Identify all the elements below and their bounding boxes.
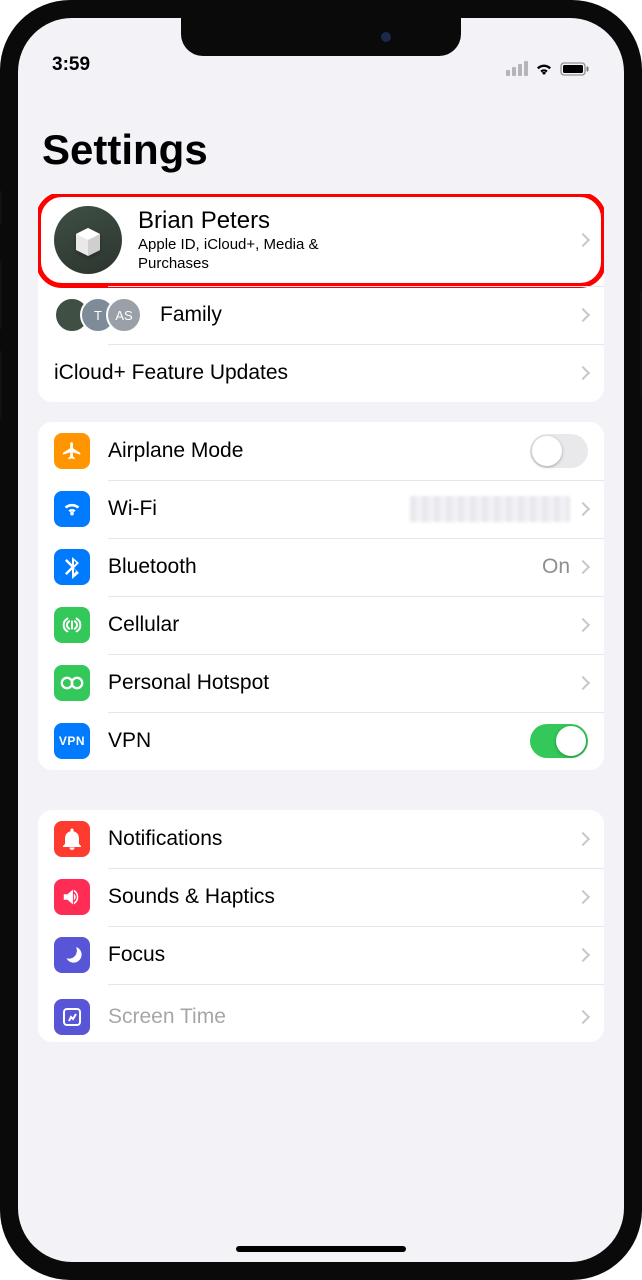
vpn-toggle[interactable] [530,724,588,758]
volume-up-btn[interactable] [0,260,2,330]
focus-label: Focus [108,943,578,967]
family-avatars: T AS [54,297,142,333]
cellular-row[interactable]: Cellular [38,596,604,654]
status-time: 3:59 [52,54,90,76]
network-group: Airplane Mode Wi-Fi Bluetooth On [38,422,604,770]
system-group: Notifications Sounds & Haptics Focus [38,810,604,1042]
chevron-right-icon [576,890,590,904]
screen: 3:59 Settings [18,18,624,1262]
mute-switch[interactable] [0,190,2,226]
device-frame: 3:59 Settings [0,0,642,1280]
airplane-label: Airplane Mode [108,439,530,463]
vpn-row[interactable]: VPN VPN [38,712,604,770]
cellular-icon [54,607,90,643]
notifications-row[interactable]: Notifications [38,810,604,868]
wifi-network-redacted [410,496,570,522]
screentime-label: Screen Time [108,1005,578,1029]
focus-row[interactable]: Focus [38,926,604,984]
vpn-label: VPN [108,729,530,753]
account-group: Brian Peters Apple ID, iCloud+, Media & … [38,194,604,402]
chevron-right-icon [576,948,590,962]
wifi-icon [54,491,90,527]
profile-subtitle: Apple ID, iCloud+, Media & Purchases [138,235,378,274]
bluetooth-label: Bluetooth [108,555,542,579]
hotspot-label: Personal Hotspot [108,671,578,695]
hotspot-icon [54,665,90,701]
chevron-right-icon [576,233,590,247]
profile-name: Brian Peters [138,207,578,235]
apple-id-row[interactable]: Brian Peters Apple ID, iCloud+, Media & … [38,194,604,286]
battery-status-icon [560,62,590,76]
cellular-signal-icon [506,61,528,76]
chevron-right-icon [576,560,590,574]
family-label: Family [160,303,578,327]
family-avatar-3: AS [106,297,142,333]
notifications-label: Notifications [108,827,578,851]
chevron-right-icon [576,832,590,846]
airplane-icon [54,433,90,469]
focus-icon [54,937,90,973]
chevron-right-icon [576,366,590,380]
sounds-icon [54,879,90,915]
screentime-row[interactable]: Screen Time [38,984,604,1042]
vpn-icon: VPN [54,723,90,759]
chevron-right-icon [576,618,590,632]
hotspot-row[interactable]: Personal Hotspot [38,654,604,712]
screentime-icon [54,999,90,1035]
volume-down-btn[interactable] [0,350,2,420]
notch [181,18,461,56]
bluetooth-icon [54,549,90,585]
chevron-right-icon [576,502,590,516]
airplane-mode-row[interactable]: Airplane Mode [38,422,604,480]
cellular-label: Cellular [108,613,578,637]
sounds-row[interactable]: Sounds & Haptics [38,868,604,926]
wifi-label: Wi-Fi [108,497,410,521]
chevron-right-icon [576,676,590,690]
icloud-feature-updates-row[interactable]: iCloud+ Feature Updates [38,344,604,402]
airplane-toggle[interactable] [530,434,588,468]
wifi-status-icon [534,61,554,76]
bluetooth-row[interactable]: Bluetooth On [38,538,604,596]
sounds-label: Sounds & Haptics [108,885,578,909]
family-row[interactable]: T AS Family [38,286,604,344]
home-indicator[interactable] [236,1246,406,1252]
profile-avatar [54,206,122,274]
page-title: Settings [18,76,624,184]
bluetooth-detail: On [542,555,570,579]
chevron-right-icon [576,308,590,322]
notifications-icon [54,821,90,857]
wifi-row[interactable]: Wi-Fi [38,480,604,538]
chevron-right-icon [576,1010,590,1024]
icloud-updates-label: iCloud+ Feature Updates [54,361,578,385]
